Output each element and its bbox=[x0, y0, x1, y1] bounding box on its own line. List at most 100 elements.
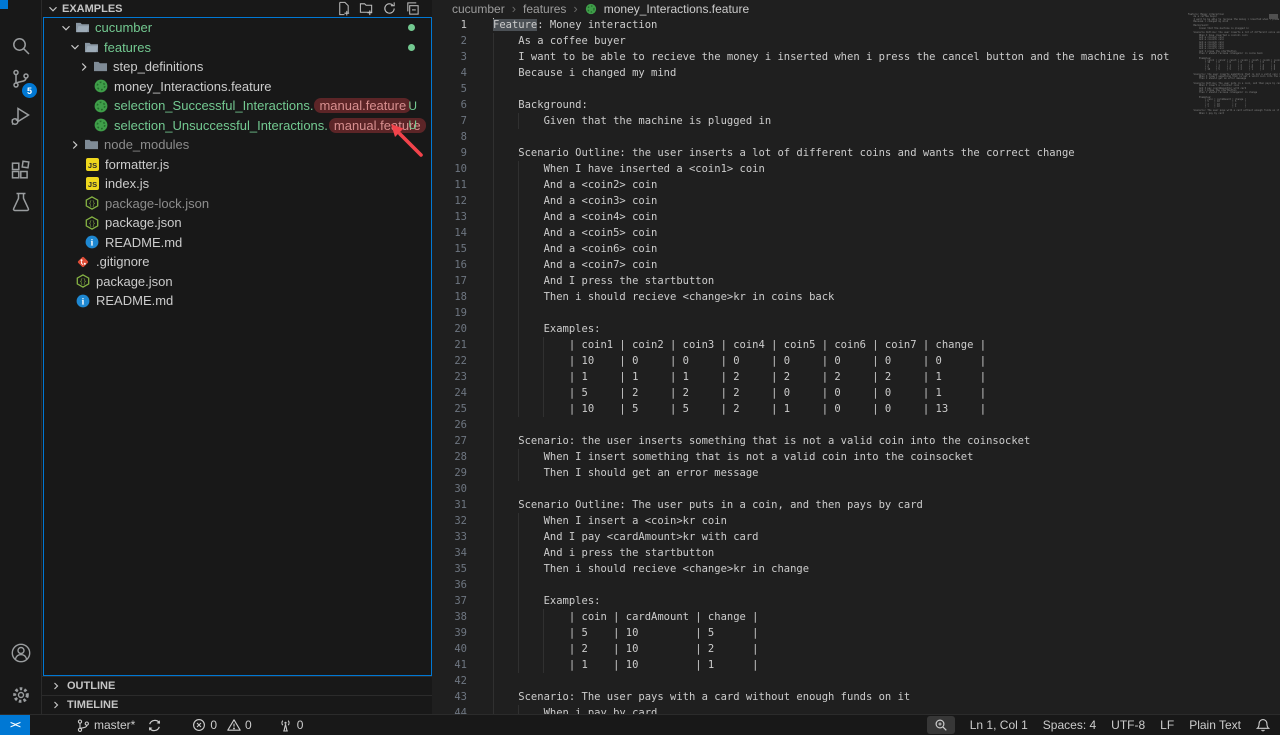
code-line[interactable]: 23 | 1 | 1 | 1 | 2 | 2 | 2 | 2 | 1 | bbox=[432, 369, 1183, 385]
tree-item-formatter-js[interactable]: JSformatter.js bbox=[44, 155, 431, 175]
search-icon[interactable] bbox=[0, 31, 41, 61]
file-tree: cucumberfeaturesstep_definitionsmoney_In… bbox=[43, 17, 432, 676]
code-line[interactable]: 15 And a <coin6> coin bbox=[432, 241, 1183, 257]
code-line[interactable]: 35 Then i should recieve <change>kr in c… bbox=[432, 561, 1183, 577]
notifications-bell[interactable] bbox=[1256, 715, 1270, 735]
run-debug-icon[interactable] bbox=[0, 101, 41, 131]
editor-pane[interactable]: cucumber › features › money_Interactions… bbox=[432, 0, 1183, 714]
code-line[interactable]: 12 And a <coin3> coin bbox=[432, 193, 1183, 209]
code-line[interactable]: 21 | coin1 | coin2 | coin3 | coin4 | coi… bbox=[432, 337, 1183, 353]
remote-indicator[interactable]: >< bbox=[0, 715, 30, 735]
tree-item-selection-unsuccessful-interactions[interactable]: selection_Unsuccessful_Interactions.manu… bbox=[44, 116, 431, 136]
chevron-down-icon[interactable] bbox=[58, 21, 74, 35]
code-line[interactable]: 26 bbox=[432, 417, 1183, 433]
code-line[interactable]: 6 Background: bbox=[432, 97, 1183, 113]
breadcrumb-folder[interactable]: cucumber bbox=[452, 2, 505, 16]
refresh-icon[interactable] bbox=[382, 1, 397, 16]
code-line[interactable]: 14 And a <coin5> coin bbox=[432, 225, 1183, 241]
code-line[interactable]: 44 When i pay by card bbox=[432, 705, 1183, 714]
problems-item[interactable]: 0 0 bbox=[192, 715, 251, 735]
code-line[interactable]: 29 Then I should get an error message bbox=[432, 465, 1183, 481]
code-line[interactable]: 28 When I insert something that is not a… bbox=[432, 449, 1183, 465]
tree-item-package-lock-json[interactable]: {}package-lock.json bbox=[44, 194, 431, 214]
code-line[interactable]: 16 And a <coin7> coin bbox=[432, 257, 1183, 273]
tree-item-node-modules[interactable]: node_modules bbox=[44, 135, 431, 155]
tree-item-package-json[interactable]: {}package.json bbox=[44, 213, 431, 233]
collapse-folders-icon[interactable] bbox=[405, 1, 420, 16]
code-line[interactable]: 17 And I press the startbutton bbox=[432, 273, 1183, 289]
tree-item-readme-md[interactable]: iREADME.md bbox=[44, 233, 431, 253]
new-file-icon[interactable] bbox=[336, 1, 351, 16]
code-line[interactable]: 32 When I insert a <coin>kr coin bbox=[432, 513, 1183, 529]
tree-item-selection-successful-interactions[interactable]: selection_Successful_Interactions.manual… bbox=[44, 96, 431, 116]
code-line[interactable]: 4 Because i changed my mind bbox=[432, 65, 1183, 81]
code-line[interactable]: 1Feature: Money interaction bbox=[432, 17, 1183, 33]
settings-gear-icon[interactable] bbox=[0, 680, 41, 710]
code-line[interactable]: 27 Scenario: the user inserts something … bbox=[432, 433, 1183, 449]
code-line[interactable]: 25 | 10 | 5 | 5 | 2 | 1 | 0 | 0 | 13 | bbox=[432, 401, 1183, 417]
chevron-right-icon[interactable] bbox=[76, 60, 92, 74]
code-line[interactable]: 24 | 5 | 2 | 2 | 2 | 0 | 0 | 0 | 1 | bbox=[432, 385, 1183, 401]
branch-item[interactable]: master* bbox=[76, 715, 135, 735]
language-mode-item[interactable]: Plain Text bbox=[1189, 715, 1241, 735]
zoom-indicator[interactable] bbox=[927, 716, 955, 734]
chevron-right-icon[interactable] bbox=[67, 138, 83, 152]
code-line[interactable]: 39 | 5 | 10 | 5 | bbox=[432, 625, 1183, 641]
source-control-icon[interactable]: 5 bbox=[0, 62, 41, 96]
tree-item-features[interactable]: features bbox=[44, 38, 431, 58]
code-line[interactable]: 33 And I pay <cardAmount>kr with card bbox=[432, 529, 1183, 545]
code-line[interactable]: 13 And a <coin4> coin bbox=[432, 209, 1183, 225]
eol-item[interactable]: LF bbox=[1160, 715, 1174, 735]
breadcrumb-file[interactable]: money_Interactions.feature bbox=[604, 2, 749, 16]
code-line[interactable]: 31 Scenario Outline: The user puts in a … bbox=[432, 497, 1183, 513]
timeline-section[interactable]: TIMELINE bbox=[42, 695, 432, 714]
code-line[interactable]: 2 As a coffee buyer bbox=[432, 33, 1183, 49]
code-line[interactable]: 11 And a <coin2> coin bbox=[432, 177, 1183, 193]
tree-item-step-definitions[interactable]: step_definitions bbox=[44, 57, 431, 77]
code-line[interactable]: 43 Scenario: The user pays with a card w… bbox=[432, 689, 1183, 705]
code-line[interactable]: 36 bbox=[432, 577, 1183, 593]
code-text: I want to be able to recieve the money i… bbox=[493, 49, 1169, 65]
tree-item-readme-md[interactable]: iREADME.md bbox=[44, 291, 431, 311]
minimap[interactable]: Feature: Money interaction As a coffee b… bbox=[1183, 0, 1280, 714]
tree-item-cucumber[interactable]: cucumber bbox=[44, 18, 431, 38]
code-line[interactable]: 9 Scenario Outline: the user inserts a l… bbox=[432, 145, 1183, 161]
code-line[interactable]: 7 Given that the machine is plugged in bbox=[432, 113, 1183, 129]
new-folder-icon[interactable] bbox=[359, 1, 374, 16]
ports-item[interactable]: 0 bbox=[278, 715, 304, 735]
code-text: When I insert something that is not a va… bbox=[493, 449, 973, 465]
outline-section[interactable]: OUTLINE bbox=[42, 676, 432, 695]
code-line[interactable]: 10 When I have inserted a <coin1> coin bbox=[432, 161, 1183, 177]
sidebar-header[interactable]: EXAMPLES bbox=[42, 0, 432, 17]
testing-icon[interactable] bbox=[0, 187, 41, 217]
indentation-item[interactable]: Spaces: 4 bbox=[1043, 715, 1096, 735]
code-line[interactable]: 19 bbox=[432, 305, 1183, 321]
breadcrumb-folder[interactable]: features bbox=[523, 2, 566, 16]
code-line[interactable]: 40 | 2 | 10 | 2 | bbox=[432, 641, 1183, 657]
code-area[interactable]: 1Feature: Money interaction2 As a coffee… bbox=[432, 17, 1183, 714]
code-line[interactable]: 20 Examples: bbox=[432, 321, 1183, 337]
code-line[interactable]: 34 And i press the startbutton bbox=[432, 545, 1183, 561]
chevron-down-icon[interactable] bbox=[67, 40, 83, 54]
code-line[interactable]: 8 bbox=[432, 129, 1183, 145]
tree-item-money-interactions-feature[interactable]: money_Interactions.feature bbox=[44, 77, 431, 97]
code-line[interactable]: 3 I want to be able to recieve the money… bbox=[432, 49, 1183, 65]
sync-button[interactable] bbox=[147, 715, 162, 735]
error-count: 0 bbox=[210, 718, 217, 732]
code-line[interactable]: 38 | coin | cardAmount | change | bbox=[432, 609, 1183, 625]
code-line[interactable]: 30 bbox=[432, 481, 1183, 497]
extensions-icon[interactable] bbox=[0, 156, 41, 186]
cursor-position[interactable]: Ln 1, Col 1 bbox=[970, 715, 1028, 735]
code-line[interactable]: 42 bbox=[432, 673, 1183, 689]
tree-item--gitignore[interactable]: .gitignore bbox=[44, 252, 431, 272]
encoding-item[interactable]: UTF-8 bbox=[1111, 715, 1145, 735]
code-line[interactable]: 37 Examples: bbox=[432, 593, 1183, 609]
code-line[interactable]: 18 Then i should recieve <change>kr in c… bbox=[432, 289, 1183, 305]
code-line[interactable]: 22 | 10 | 0 | 0 | 0 | 0 | 0 | 0 | 0 | bbox=[432, 353, 1183, 369]
indent-guide bbox=[493, 417, 494, 433]
accounts-icon[interactable] bbox=[0, 638, 41, 668]
code-line[interactable]: 41 | 1 | 10 | 1 | bbox=[432, 657, 1183, 673]
tree-item-index-js[interactable]: JSindex.js bbox=[44, 174, 431, 194]
tree-item-package-json[interactable]: {}package.json bbox=[44, 272, 431, 292]
code-line[interactable]: 5 bbox=[432, 81, 1183, 97]
